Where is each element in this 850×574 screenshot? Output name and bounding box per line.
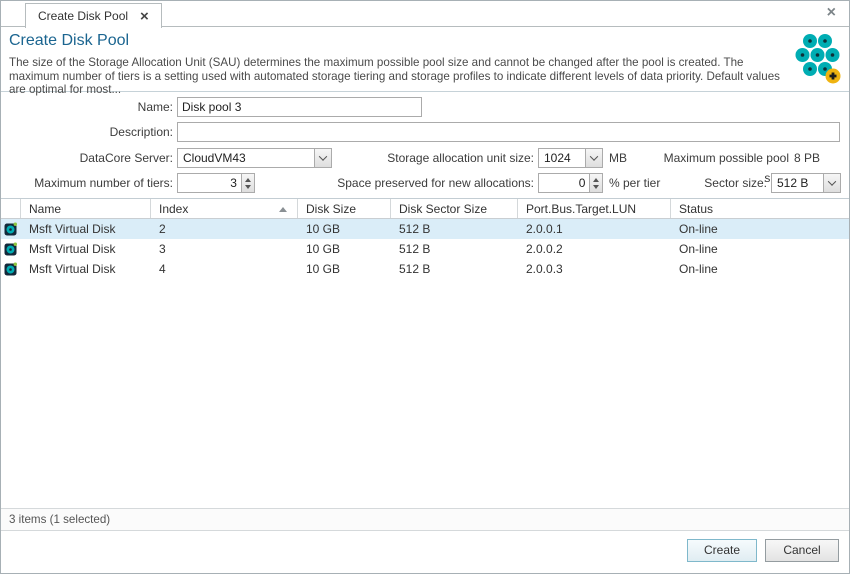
chevron-down-icon [319,152,327,160]
cell-disk-sector-size: 512 B [391,222,518,236]
page-description: The size of the Storage Allocation Unit … [9,56,781,97]
datacore-server-select[interactable]: CloudVM43 [177,148,332,168]
cancel-button[interactable]: Cancel [765,539,839,562]
column-header-disk-size[interactable]: Disk Size [298,199,391,218]
cell-name: Msft Virtual Disk [21,222,151,236]
column-header-icon[interactable] [1,199,21,218]
create-disk-pool-window: Create Disk Pool × × Create Disk Pool Th… [0,0,850,574]
sau-unit-label: MB [609,148,627,168]
datacore-server-value: CloudVM43 [178,151,314,165]
datacore-server-label: DataCore Server: [41,148,173,168]
sector-size-label: Sector size: [677,173,767,193]
tab-label: Create Disk Pool [38,9,128,23]
table-row[interactable]: Msft Virtual Disk 2 10 GB 512 B 2.0.0.1 … [1,219,849,239]
table-header-row: Name Index Disk Size Disk Sector Size Po… [1,198,849,219]
page-title: Create Disk Pool [9,32,129,50]
cell-disk-size: 10 GB [298,222,391,236]
status-bar: 3 items (1 selected) [1,508,849,530]
cell-status: On-line [671,242,849,256]
cell-port-bus-target-lun: 2.0.0.1 [518,222,671,236]
dropdown-button[interactable] [314,149,331,167]
tab-strip: Create Disk Pool × × [1,1,849,27]
cell-disk-size: 10 GB [298,262,391,276]
max-tiers-stepper[interactable] [177,173,255,193]
tab-create-disk-pool[interactable]: Create Disk Pool × [25,3,162,28]
tab-close-icon[interactable]: × [140,9,149,24]
cell-index: 3 [151,242,298,256]
cell-disk-sector-size: 512 B [391,262,518,276]
cell-name: Msft Virtual Disk [21,262,151,276]
description-label: Description: [61,122,173,142]
cell-index: 4 [151,262,298,276]
cell-disk-size: 10 GB [298,242,391,256]
space-preserved-input[interactable] [538,173,590,193]
footer: Create Cancel [1,530,849,574]
virtual-disk-icon [1,262,21,276]
spinner-up-icon [593,178,599,182]
table-row[interactable]: Msft Virtual Disk 3 10 GB 512 B 2.0.0.2 … [1,239,849,259]
column-header-index[interactable]: Index [151,199,298,218]
sau-size-select[interactable]: 1024 [538,148,603,168]
spinner-down-icon [593,185,599,189]
cell-status: On-line [671,262,849,276]
spinner-buttons[interactable] [242,173,255,193]
create-button[interactable]: Create [687,539,757,562]
disk-pool-add-icon [793,31,841,85]
max-tiers-label: Maximum number of tiers: [31,173,173,193]
cell-port-bus-target-lun: 2.0.0.3 [518,262,671,276]
max-pool-size-value: 8 PB [794,148,820,168]
cell-name: Msft Virtual Disk [21,242,151,256]
spinner-buttons[interactable] [590,173,603,193]
space-preserved-label: Space preserved for new allocations: [331,173,534,193]
name-label: Name: [61,97,173,117]
sector-size-select[interactable]: 512 B [771,173,841,193]
virtual-disk-icon [1,222,21,236]
sector-size-value: 512 B [772,176,823,190]
max-pool-size-label: Maximum possible pool size: [649,148,789,168]
cell-status: On-line [671,222,849,236]
column-header-port-bus-target-lun[interactable]: Port.Bus.Target.LUN [518,199,671,218]
space-preserved-unit-label: % per tier [609,173,660,193]
spinner-up-icon [245,178,251,182]
virtual-disk-icon [1,242,21,256]
spinner-down-icon [245,185,251,189]
chevron-down-icon [828,177,836,185]
dropdown-button[interactable] [823,174,840,192]
dropdown-button[interactable] [585,149,602,167]
cell-index: 2 [151,222,298,236]
sau-size-label: Storage allocation unit size: [351,148,534,168]
description-input[interactable] [177,122,840,142]
column-header-name[interactable]: Name [21,199,151,218]
cell-disk-sector-size: 512 B [391,242,518,256]
cell-port-bus-target-lun: 2.0.0.2 [518,242,671,256]
max-tiers-input[interactable] [177,173,242,193]
window-close-icon[interactable]: × [827,5,836,21]
disk-table: Name Index Disk Size Disk Sector Size Po… [1,198,849,508]
header: Create Disk Pool The size of the Storage… [1,27,849,92]
column-header-index-label: Index [159,202,188,216]
space-preserved-stepper[interactable] [538,173,603,193]
chevron-down-icon [590,152,598,160]
column-header-disk-sector-size[interactable]: Disk Sector Size [391,199,518,218]
table-row[interactable]: Msft Virtual Disk 4 10 GB 512 B 2.0.0.3 … [1,259,849,279]
sau-size-value: 1024 [539,151,585,165]
sort-ascending-icon [279,207,287,212]
column-header-status[interactable]: Status [671,199,849,218]
name-input[interactable] [177,97,422,117]
